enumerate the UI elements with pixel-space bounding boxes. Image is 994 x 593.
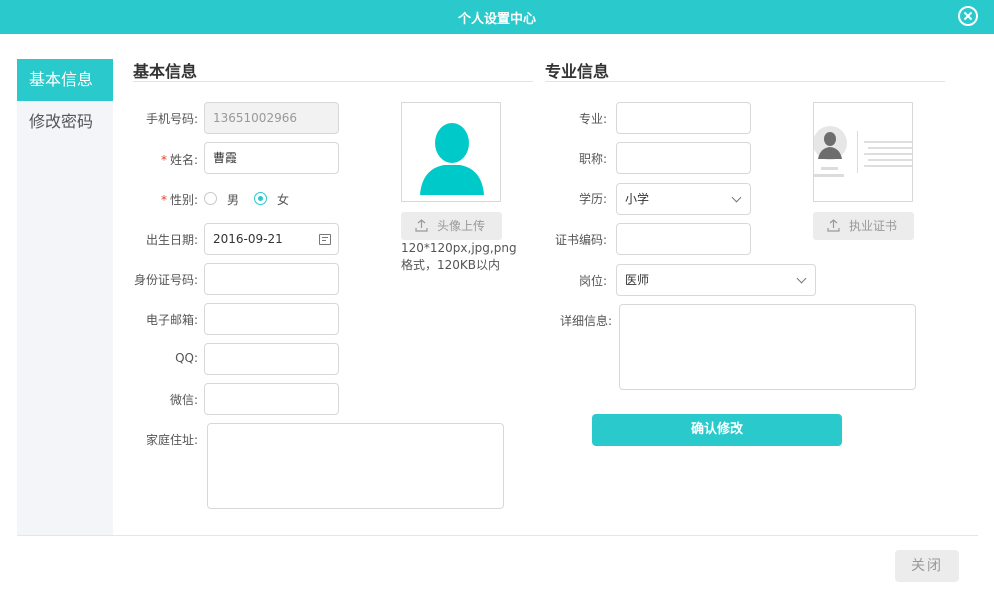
name-label-text: 姓名:	[169, 153, 198, 167]
birth-date-value: 2016-09-21	[213, 232, 283, 246]
gender-label: * 性别:	[118, 191, 198, 208]
gender-male-radio[interactable]	[204, 192, 217, 205]
avatar-preview	[401, 102, 501, 202]
avatar-upload-button[interactable]: 头像上传	[401, 212, 502, 240]
license-upload-button[interactable]: 执业证书	[813, 212, 914, 240]
divider	[133, 81, 533, 82]
detail-label: 详细信息:	[559, 314, 612, 328]
gender-female-label[interactable]: 女	[277, 191, 289, 208]
post-label: 岗位:	[578, 274, 607, 288]
id-card-field[interactable]	[204, 263, 339, 295]
phone-label: 手机号码:	[145, 112, 198, 126]
footer-divider	[17, 535, 978, 536]
required-mark: *	[160, 193, 167, 207]
email-label: 电子邮箱:	[145, 313, 198, 327]
close-circle-icon[interactable]	[958, 6, 978, 26]
professional-info-title: 专业信息	[545, 62, 610, 81]
avatar-hint-line1: 120*120px,jpg,png	[401, 241, 517, 255]
chevron-down-icon	[731, 192, 742, 203]
name-label: * 姓名:	[118, 151, 198, 168]
close-button[interactable]: 关闭	[895, 550, 959, 582]
sidebar: 基本信息 修改密码	[17, 59, 113, 535]
id-card-label: 身份证号码:	[133, 273, 198, 287]
address-textarea[interactable]	[207, 423, 504, 509]
sidebar-item-change-password[interactable]: 修改密码	[17, 101, 113, 143]
wechat-label: 微信:	[169, 393, 198, 407]
license-upload-label: 执业证书	[849, 219, 898, 233]
qq-field[interactable]	[204, 343, 339, 375]
detail-textarea[interactable]	[619, 304, 916, 390]
chevron-down-icon	[796, 273, 807, 284]
avatar-hint-line2: 格式，120KB以内	[401, 258, 501, 272]
calendar-icon[interactable]	[319, 234, 331, 245]
upload-icon	[415, 219, 428, 232]
divider	[545, 81, 945, 82]
phone-field[interactable]: 13651002966	[204, 102, 339, 134]
job-title-field[interactable]	[616, 142, 751, 174]
dialog-titlebar: 个人设置中心	[0, 0, 994, 34]
avatar-upload-label: 头像上传	[437, 219, 486, 233]
qq-label: QQ:	[175, 351, 198, 365]
upload-icon	[827, 219, 840, 232]
required-mark: *	[160, 153, 167, 167]
birth-label: 出生日期:	[145, 233, 198, 247]
gender-female-radio[interactable]	[254, 192, 267, 205]
confirm-button[interactable]: 确认修改	[592, 414, 842, 446]
education-label: 学历:	[578, 192, 607, 206]
gender-label-text: 性别:	[169, 193, 198, 207]
email-field[interactable]	[204, 303, 339, 335]
title-label: 职称:	[578, 152, 607, 166]
address-label: 家庭住址:	[145, 433, 198, 447]
post-value: 医师	[625, 273, 650, 287]
certificate-placeholder-icon	[814, 126, 912, 177]
cert-no-field[interactable]	[616, 223, 751, 255]
post-select[interactable]: 医师	[616, 264, 816, 296]
license-preview	[813, 102, 913, 202]
avatar-hint: 120*120px,jpg,png 格式，120KB以内	[401, 240, 517, 274]
wechat-field[interactable]	[204, 383, 339, 415]
major-label: 专业:	[578, 112, 607, 126]
gender-male-label[interactable]: 男	[227, 191, 239, 208]
avatar-placeholder-icon	[420, 123, 484, 195]
cert-no-label: 证书编码:	[554, 233, 607, 247]
birth-date-field[interactable]: 2016-09-21	[204, 223, 339, 255]
education-select[interactable]: 小学	[616, 183, 751, 215]
dialog-title: 个人设置中心	[457, 12, 536, 27]
education-value: 小学	[625, 192, 650, 206]
sidebar-item-basic-info[interactable]: 基本信息	[17, 59, 113, 101]
basic-info-title: 基本信息	[133, 62, 198, 81]
major-field[interactable]	[616, 102, 751, 134]
name-field[interactable]: 曹霞	[204, 142, 339, 174]
